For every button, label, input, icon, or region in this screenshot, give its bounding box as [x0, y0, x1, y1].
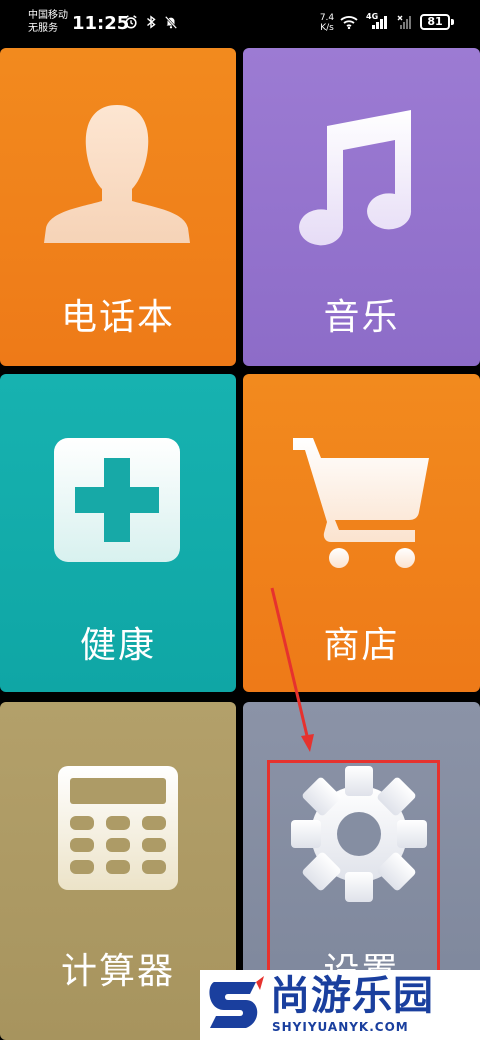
tile-contacts[interactable]: 电话本 — [0, 48, 236, 366]
person-icon — [44, 105, 190, 243]
battery-indicator: 81 — [420, 14, 450, 30]
tile-health[interactable]: 健康 — [0, 374, 236, 692]
network-speed-unit: K/s — [320, 23, 334, 33]
status-icons-right: 4G — [340, 12, 412, 30]
calculator-icon — [58, 766, 178, 890]
wifi-icon — [340, 16, 358, 29]
signal-bars-icon — [372, 16, 387, 29]
shopping-cart-icon — [293, 438, 429, 568]
watermark-text: 尚游乐园 — [270, 973, 434, 1019]
watermark-url: SHYIYUANYK.COM — [272, 1020, 409, 1034]
status-bar: 中国移动 无服务 11:25 7.4 K/s 4G 81 — [0, 0, 480, 44]
tile-music[interactable]: 音乐 — [243, 48, 480, 366]
service-status: 无服务 — [28, 23, 58, 34]
tile-label-shop: 商店 — [323, 625, 400, 666]
clock: 11:25 — [72, 13, 130, 34]
watermark-logo-icon — [209, 976, 264, 1028]
carrier-info: 中国移动 无服务 — [28, 9, 68, 35]
battery-tip — [451, 19, 454, 25]
network-speed-value: 7.4 — [319, 13, 335, 23]
no-signal-icon — [397, 15, 411, 29]
tile-label-health: 健康 — [79, 625, 156, 666]
network-speed: 7.4 K/s — [317, 13, 337, 33]
tile-shop[interactable]: 商店 — [243, 374, 480, 692]
tile-label-music: 音乐 — [323, 297, 400, 338]
mute-icon — [164, 15, 178, 29]
music-note-icon — [299, 110, 412, 246]
bluetooth-icon — [147, 15, 156, 29]
tile-label-contacts: 电话本 — [60, 297, 175, 338]
cellular-signal: 4G — [366, 12, 388, 30]
watermark: 尚游乐园 SHYIYUANYK.COM — [200, 970, 480, 1040]
alarm-icon — [125, 15, 137, 29]
carrier-name: 中国移动 — [28, 10, 68, 21]
medical-cross-icon — [54, 438, 180, 562]
status-icons-left — [124, 14, 178, 30]
